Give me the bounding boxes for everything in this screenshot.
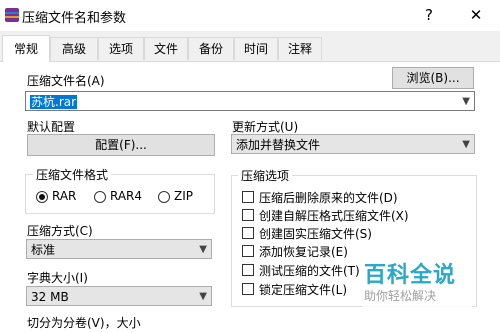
checkbox-delete-after[interactable] (242, 191, 254, 203)
profiles-button[interactable]: 配置(F)... (27, 134, 215, 156)
tab-comment[interactable]: 注释 (278, 37, 322, 60)
dictionary-size-label: 字典大小(I) (27, 271, 88, 285)
chevron-down-icon[interactable]: ▼ (199, 287, 207, 307)
checkbox-test-files[interactable] (242, 264, 254, 276)
option-delete-after-label: 压缩后删除原来的文件(D) (259, 191, 398, 205)
checkbox-create-sfx[interactable] (242, 209, 254, 221)
tab-files[interactable]: 文件 (144, 37, 188, 60)
update-mode-value: 添加并替换文件 (236, 138, 321, 152)
compression-method-value: 标准 (31, 243, 56, 257)
radio-zip-label: ZIP (174, 189, 193, 203)
dictionary-size-value: 32 MB (31, 290, 69, 304)
option-create-sfx-label: 创建自解压格式压缩文件(X) (259, 209, 409, 223)
archive-name-label: 压缩文件名(A) (27, 74, 105, 88)
tab-general[interactable]: 常规 (2, 35, 50, 62)
radio-zip[interactable] (158, 191, 170, 203)
update-mode-label: 更新方式(U) (232, 120, 299, 134)
tab-advanced[interactable]: 高级 (50, 37, 98, 60)
archive-name-value: 苏杭.rar (30, 95, 78, 109)
option-recovery-record-label: 添加恢复记录(E) (259, 245, 348, 259)
option-lock-archive-label: 锁定压缩文件(L) (259, 283, 348, 297)
option-test-files-label: 测试压缩的文件(T) (259, 264, 360, 278)
title-bar: 压缩文件名和参数 ? ✕ (0, 0, 500, 31)
tab-options[interactable]: 选项 (98, 37, 144, 60)
tab-strip: 常规 高级 选项 文件 备份 时间 注释 (0, 35, 500, 62)
option-solid-archive-label: 创建固实压缩文件(S) (259, 227, 372, 241)
dictionary-size-select[interactable]: 32 MB ▼ (26, 286, 212, 306)
compression-options-label: 压缩选项 (238, 167, 293, 184)
chevron-down-icon[interactable]: ▼ (462, 92, 470, 112)
radio-rar-label: RAR (52, 189, 77, 203)
radio-rar[interactable] (36, 191, 48, 203)
compression-method-label: 压缩方式(C) (27, 224, 93, 238)
checkbox-recovery-record[interactable] (242, 245, 254, 257)
update-mode-select[interactable]: 添加并替换文件 ▼ (231, 134, 475, 154)
radio-rar4-label: RAR4 (110, 189, 143, 203)
checkbox-solid-archive[interactable] (242, 227, 254, 239)
winrar-icon (5, 8, 19, 22)
tab-backup[interactable]: 备份 (188, 37, 234, 60)
watermark-subtitle: 助你轻松解决 (364, 289, 437, 303)
chevron-down-icon[interactable]: ▼ (199, 240, 207, 260)
archive-format-label: 压缩文件格式 (33, 166, 112, 183)
chevron-down-icon[interactable]: ▼ (462, 135, 470, 155)
window-title: 压缩文件名和参数 (22, 11, 127, 26)
browse-button[interactable]: 浏览(B)... (392, 67, 474, 89)
archive-name-input[interactable]: 苏杭.rar ▼ (25, 91, 475, 111)
checkbox-lock-archive[interactable] (242, 283, 254, 295)
tab-time[interactable]: 时间 (234, 37, 278, 60)
help-button[interactable]: ? (419, 5, 439, 25)
watermark-logo: 百科全说 (364, 263, 457, 288)
radio-rar4[interactable] (94, 191, 106, 203)
split-volumes-label: 切分为分卷(V)，大小 (27, 316, 141, 330)
compression-method-select[interactable]: 标准 ▼ (26, 239, 212, 259)
close-button[interactable]: ✕ (466, 5, 486, 25)
default-profile-label: 默认配置 (27, 120, 76, 134)
